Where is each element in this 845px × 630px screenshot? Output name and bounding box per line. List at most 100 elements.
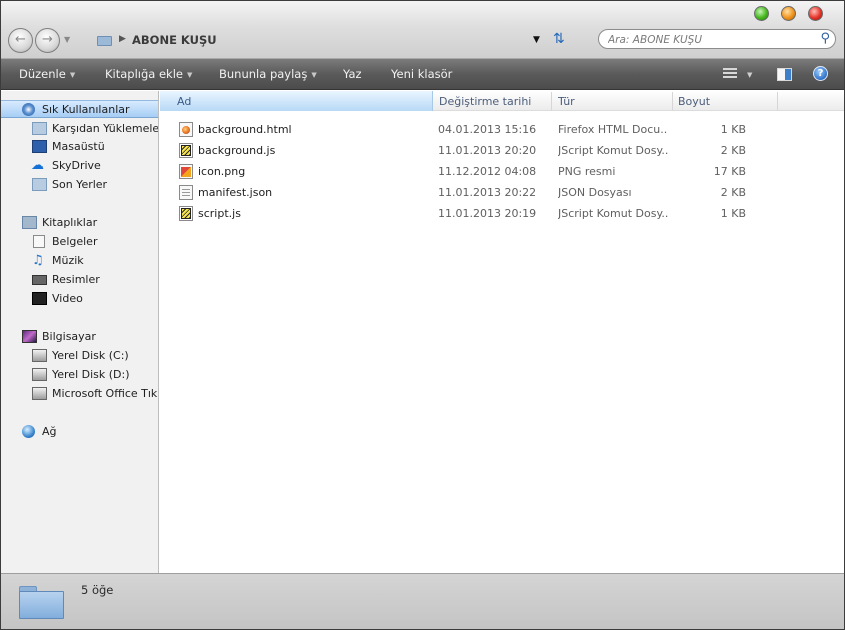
column-divider[interactable]: [672, 92, 673, 110]
nav-item-label: Video: [52, 292, 83, 305]
file-name: background.html: [198, 123, 292, 136]
new-folder-button[interactable]: Yeni klasör: [391, 67, 452, 81]
nav-item-label: Karşıdan Yüklemeler: [52, 122, 159, 135]
column-divider[interactable]: [551, 92, 552, 110]
file-list: Ad Değiştirme tarihi Tür Boyut backgroun…: [160, 91, 844, 573]
details-pane: 5 öğe: [1, 573, 844, 629]
view-options-chevron-icon[interactable]: ▼: [747, 71, 752, 79]
minimize-button[interactable]: [754, 6, 769, 21]
address-dropdown-icon[interactable]: ▼: [533, 35, 540, 45]
explorer-window: ← → ▼ ▶ ABONE KUŞU ▼ ⇅ ⚲ Düzenle▼ Kitapl…: [0, 0, 845, 630]
file-date: 11.01.2013 20:22: [438, 186, 537, 199]
nav-libraries-label: Kitaplıklar: [42, 216, 98, 229]
file-type: PNG resmi: [558, 165, 616, 178]
breadcrumb-current[interactable]: ABONE KUŞU: [132, 33, 217, 47]
include-in-library-button[interactable]: Kitaplığa ekle ▼: [105, 67, 192, 81]
file-date: 11.12.2012 04:08: [438, 165, 537, 178]
close-button[interactable]: [808, 6, 823, 21]
hard-disk-icon: [32, 368, 47, 381]
file-type: JScript Komut Dosy...: [558, 207, 668, 220]
file-row[interactable]: script.js 11.01.2013 20:19 JScript Komut…: [160, 203, 844, 224]
nav-item-label: Belgeler: [52, 235, 98, 248]
json-file-icon: [179, 185, 193, 200]
file-size: 2 KB: [720, 186, 746, 199]
nav-item-label: Resimler: [52, 273, 100, 286]
back-button[interactable]: ←: [8, 28, 33, 53]
search-input[interactable]: [608, 32, 813, 47]
search-icon[interactable]: ⚲: [820, 31, 830, 46]
command-toolbar: Düzenle ▼ Kitaplığa ekle ▼ Bununla paylaş ▼…: [1, 59, 844, 90]
documents-icon: [33, 235, 45, 248]
file-name: script.js: [198, 207, 241, 220]
file-type: Firefox HTML Docu...: [558, 123, 668, 136]
file-size: 2 KB: [720, 144, 746, 157]
organize-button[interactable]: Düzenle ▼: [19, 67, 75, 81]
back-arrow-icon: ←: [15, 32, 26, 47]
file-size: 1 KB: [720, 207, 746, 220]
file-date: 11.01.2013 20:19: [438, 207, 537, 220]
file-size: 17 KB: [713, 165, 746, 178]
share-with-button[interactable]: Bununla paylaş ▼: [219, 67, 317, 81]
share-with-label: Bununla paylaş: [219, 67, 308, 81]
column-header-date[interactable]: Değiştirme tarihi: [439, 95, 531, 108]
column-divider[interactable]: [777, 92, 778, 110]
chevron-down-icon: ▼: [311, 71, 317, 79]
recent-places-icon: [32, 178, 47, 191]
pictures-camera-icon: [32, 275, 47, 285]
refresh-icon[interactable]: ⇅: [553, 31, 565, 47]
computer-icon: [22, 330, 37, 343]
file-name: manifest.json: [198, 186, 273, 199]
file-row[interactable]: background.html 04.01.2013 15:16 Firefox…: [160, 119, 844, 140]
nav-favorites[interactable]: Sık Kullanılanlar: [1, 100, 158, 118]
png-image-icon: [179, 164, 193, 179]
forward-button[interactable]: →: [35, 28, 60, 53]
nav-item-label: SkyDrive: [52, 159, 101, 172]
jscript-icon: [179, 143, 193, 158]
recent-pages-dropdown[interactable]: ▼: [64, 35, 74, 44]
file-date: 04.01.2013 15:16: [438, 123, 537, 136]
file-row[interactable]: icon.png 11.12.2012 04:08 PNG resmi 17 K…: [160, 161, 844, 182]
nav-item-label: Yerel Disk (D:): [52, 368, 130, 381]
forward-arrow-icon: →: [42, 32, 53, 47]
libraries-icon: [22, 216, 37, 229]
nav-item-label: Microsoft Office Tıkla: [52, 387, 159, 400]
burn-button[interactable]: Yaz: [343, 67, 362, 81]
music-note-icon: ♫: [32, 253, 44, 268]
change-view-icon[interactable]: [723, 68, 737, 80]
column-header-name[interactable]: Ad: [160, 91, 433, 111]
folder-icon: [97, 36, 112, 46]
breadcrumb-chevron-icon[interactable]: ▶: [119, 34, 126, 44]
column-header-type[interactable]: Tür: [558, 95, 575, 108]
file-name: icon.png: [198, 165, 246, 178]
file-row[interactable]: background.js 11.01.2013 20:20 JScript K…: [160, 140, 844, 161]
preview-pane-icon[interactable]: [777, 68, 792, 81]
file-name: background.js: [198, 144, 276, 157]
folder-icon: [19, 586, 64, 619]
hard-disk-icon: [32, 349, 47, 362]
nav-computer-label: Bilgisayar: [42, 330, 96, 343]
nav-item-label: Yerel Disk (C:): [52, 349, 129, 362]
firefox-html-icon: [179, 122, 193, 137]
maximize-button[interactable]: [781, 6, 796, 21]
nav-favorites-label: Sık Kullanılanlar: [42, 103, 130, 116]
navigation-pane: Sık Kullanılanlar Karşıdan Yüklemeler Ma…: [1, 91, 159, 573]
file-type: JScript Komut Dosy...: [558, 144, 668, 157]
jscript-icon: [179, 206, 193, 221]
help-icon[interactable]: ?: [813, 66, 828, 81]
column-header-row: Ad Değiştirme tarihi Tür Boyut: [160, 91, 844, 111]
organize-label: Düzenle: [19, 67, 66, 81]
favorites-star-icon: [22, 103, 35, 116]
video-film-icon: [32, 292, 47, 305]
title-bar: ← → ▼ ▶ ABONE KUŞU ▼ ⇅ ⚲: [1, 1, 844, 59]
nav-item-label: Masaüstü: [52, 140, 105, 153]
file-size: 1 KB: [720, 123, 746, 136]
nav-item-label: Son Yerler: [52, 178, 108, 191]
skydrive-cloud-icon: ☁: [31, 158, 44, 173]
search-box[interactable]: ⚲: [598, 29, 836, 49]
file-type: JSON Dosyası: [558, 186, 632, 199]
chevron-down-icon: ▼: [187, 71, 193, 79]
network-globe-icon: [22, 425, 35, 438]
hard-disk-icon: [32, 387, 47, 400]
column-header-size[interactable]: Boyut: [678, 95, 710, 108]
file-row[interactable]: manifest.json 11.01.2013 20:22 JSON Dosy…: [160, 182, 844, 203]
